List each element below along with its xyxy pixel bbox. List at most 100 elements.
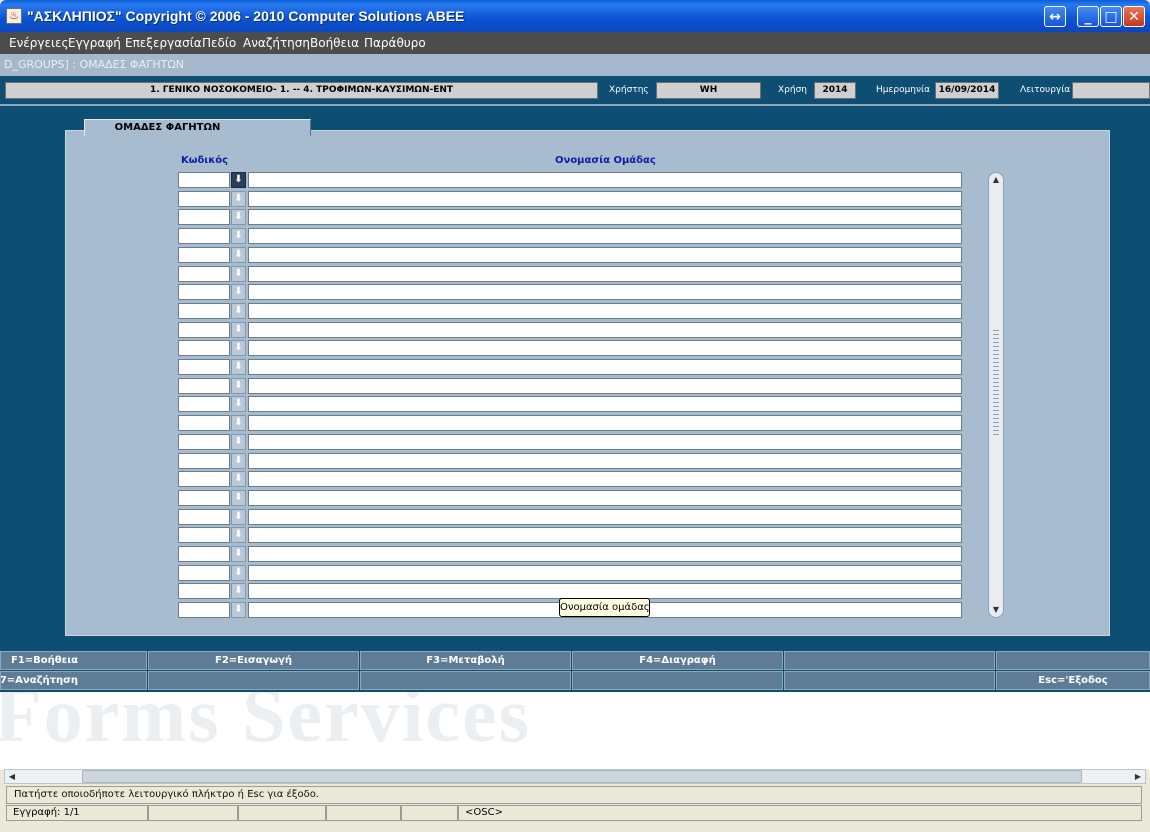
code-input[interactable]	[178, 434, 230, 450]
horizontal-scroll-thumb[interactable]	[82, 770, 1082, 783]
lov-down-arrow-icon[interactable]: ⬇	[231, 546, 246, 562]
f2-insert-key[interactable]: F2=Εισαγωγή	[148, 651, 359, 670]
group-name-input[interactable]	[248, 322, 962, 338]
code-input[interactable]	[178, 583, 230, 599]
lov-down-arrow-icon[interactable]: ⬇	[231, 583, 246, 599]
lov-down-arrow-icon[interactable]: ⬇	[231, 565, 246, 581]
lov-down-arrow-icon[interactable]: ⬇	[231, 284, 246, 300]
code-input[interactable]	[178, 471, 230, 487]
group-name-input[interactable]	[248, 527, 962, 543]
lov-down-arrow-icon[interactable]: ⬇	[231, 415, 246, 431]
code-input[interactable]	[178, 546, 230, 562]
lov-down-arrow-icon[interactable]: ⬇	[231, 322, 246, 338]
f1-help-key[interactable]: F1=Βοήθεια	[0, 651, 147, 670]
code-input[interactable]	[178, 453, 230, 469]
group-name-input[interactable]	[248, 266, 962, 282]
group-name-input[interactable]	[248, 546, 962, 562]
menu-field[interactable]: Πεδίο	[202, 36, 236, 50]
menu-record[interactable]: Εγγραφή	[68, 36, 121, 50]
menu-window[interactable]: Παράθυρο	[364, 36, 426, 50]
code-input[interactable]	[178, 359, 230, 375]
code-input[interactable]	[178, 509, 230, 525]
maximize-button[interactable]: □	[1100, 6, 1122, 27]
lov-down-arrow-icon[interactable]: ⬇	[231, 266, 246, 282]
lov-down-arrow-icon[interactable]: ⬇	[231, 172, 246, 188]
f7-search-key[interactable]: F7=Αναζήτηση	[0, 671, 147, 690]
group-name-input[interactable]	[248, 191, 962, 207]
lov-down-arrow-icon[interactable]: ⬇	[231, 490, 246, 506]
scroll-left-icon[interactable]: ◀	[5, 770, 19, 783]
group-name-input[interactable]	[248, 583, 962, 599]
f4-delete-key[interactable]: F4=Διαγραφή	[572, 651, 783, 670]
lov-down-arrow-icon[interactable]: ⬇	[231, 453, 246, 469]
code-input[interactable]	[178, 322, 230, 338]
fkey-empty[interactable]	[148, 671, 359, 690]
scroll-down-icon[interactable]: ▼	[989, 603, 1003, 617]
lov-down-arrow-icon[interactable]: ⬇	[231, 340, 246, 356]
fkey-empty[interactable]	[784, 671, 995, 690]
code-input[interactable]	[178, 602, 230, 618]
group-name-input[interactable]	[248, 284, 962, 300]
group-name-input[interactable]	[248, 415, 962, 431]
group-name-input[interactable]	[248, 565, 962, 581]
group-name-input[interactable]	[248, 509, 962, 525]
code-input[interactable]	[178, 565, 230, 581]
esc-exit-key[interactable]: Esc='Εξοδος	[996, 671, 1150, 690]
group-name-input[interactable]	[248, 247, 962, 263]
lov-down-arrow-icon[interactable]: ⬇	[231, 191, 246, 207]
group-name-input[interactable]	[248, 396, 962, 412]
close-button[interactable]: ✕	[1123, 6, 1145, 27]
code-input[interactable]	[178, 378, 230, 394]
scroll-right-icon[interactable]: ▶	[1131, 770, 1145, 783]
lov-down-arrow-icon[interactable]: ⬇	[231, 602, 246, 618]
code-input[interactable]	[178, 266, 230, 282]
fkey-empty[interactable]	[996, 651, 1150, 670]
code-input[interactable]	[178, 284, 230, 300]
group-name-input[interactable]	[248, 172, 962, 188]
code-input[interactable]	[178, 527, 230, 543]
code-input[interactable]	[178, 415, 230, 431]
fkey-empty[interactable]	[360, 671, 571, 690]
code-input[interactable]	[178, 340, 230, 356]
tab-food-groups[interactable]: ΟΜΑΔΕΣ ΦΑΓΗΤΩΝ	[84, 119, 311, 136]
lov-down-arrow-icon[interactable]: ⬇	[231, 359, 246, 375]
resize-icon[interactable]: ↔	[1044, 6, 1066, 27]
menu-actions[interactable]: Ενέργειες	[9, 36, 69, 50]
lov-down-arrow-icon[interactable]: ⬇	[231, 228, 246, 244]
fkey-empty[interactable]	[572, 671, 783, 690]
lov-down-arrow-icon[interactable]: ⬇	[231, 434, 246, 450]
lov-down-arrow-icon[interactable]: ⬇	[231, 509, 246, 525]
group-name-input[interactable]	[248, 378, 962, 394]
lov-down-arrow-icon[interactable]: ⬇	[231, 378, 246, 394]
scroll-up-icon[interactable]: ▲	[989, 173, 1003, 187]
scroll-grip[interactable]	[993, 330, 999, 436]
lov-down-arrow-icon[interactable]: ⬇	[231, 527, 246, 543]
code-input[interactable]	[178, 209, 230, 225]
f3-modify-key[interactable]: F3=Μεταβολή	[360, 651, 571, 670]
lov-down-arrow-icon[interactable]: ⬇	[231, 471, 246, 487]
code-input[interactable]	[178, 247, 230, 263]
lov-down-arrow-icon[interactable]: ⬇	[231, 209, 246, 225]
code-input[interactable]	[178, 396, 230, 412]
code-input[interactable]	[178, 490, 230, 506]
group-name-input[interactable]	[248, 228, 962, 244]
group-name-input[interactable]	[248, 359, 962, 375]
group-name-input[interactable]	[248, 453, 962, 469]
group-name-input[interactable]	[248, 490, 962, 506]
lov-down-arrow-icon[interactable]: ⬇	[231, 303, 246, 319]
group-name-input[interactable]	[248, 209, 962, 225]
menu-search[interactable]: Αναζήτηση	[243, 36, 310, 50]
minimize-button[interactable]: _	[1077, 6, 1099, 27]
group-name-input[interactable]	[248, 340, 962, 356]
group-name-input[interactable]	[248, 471, 962, 487]
code-input[interactable]	[178, 228, 230, 244]
fkey-empty[interactable]	[784, 651, 995, 670]
group-name-input[interactable]	[248, 303, 962, 319]
menu-help[interactable]: Βοήθεια	[310, 36, 359, 50]
lov-down-arrow-icon[interactable]: ⬇	[231, 396, 246, 412]
group-name-input[interactable]	[248, 434, 962, 450]
lov-down-arrow-icon[interactable]: ⬇	[231, 247, 246, 263]
code-input[interactable]	[178, 191, 230, 207]
code-input[interactable]	[178, 303, 230, 319]
code-input[interactable]	[178, 172, 230, 188]
